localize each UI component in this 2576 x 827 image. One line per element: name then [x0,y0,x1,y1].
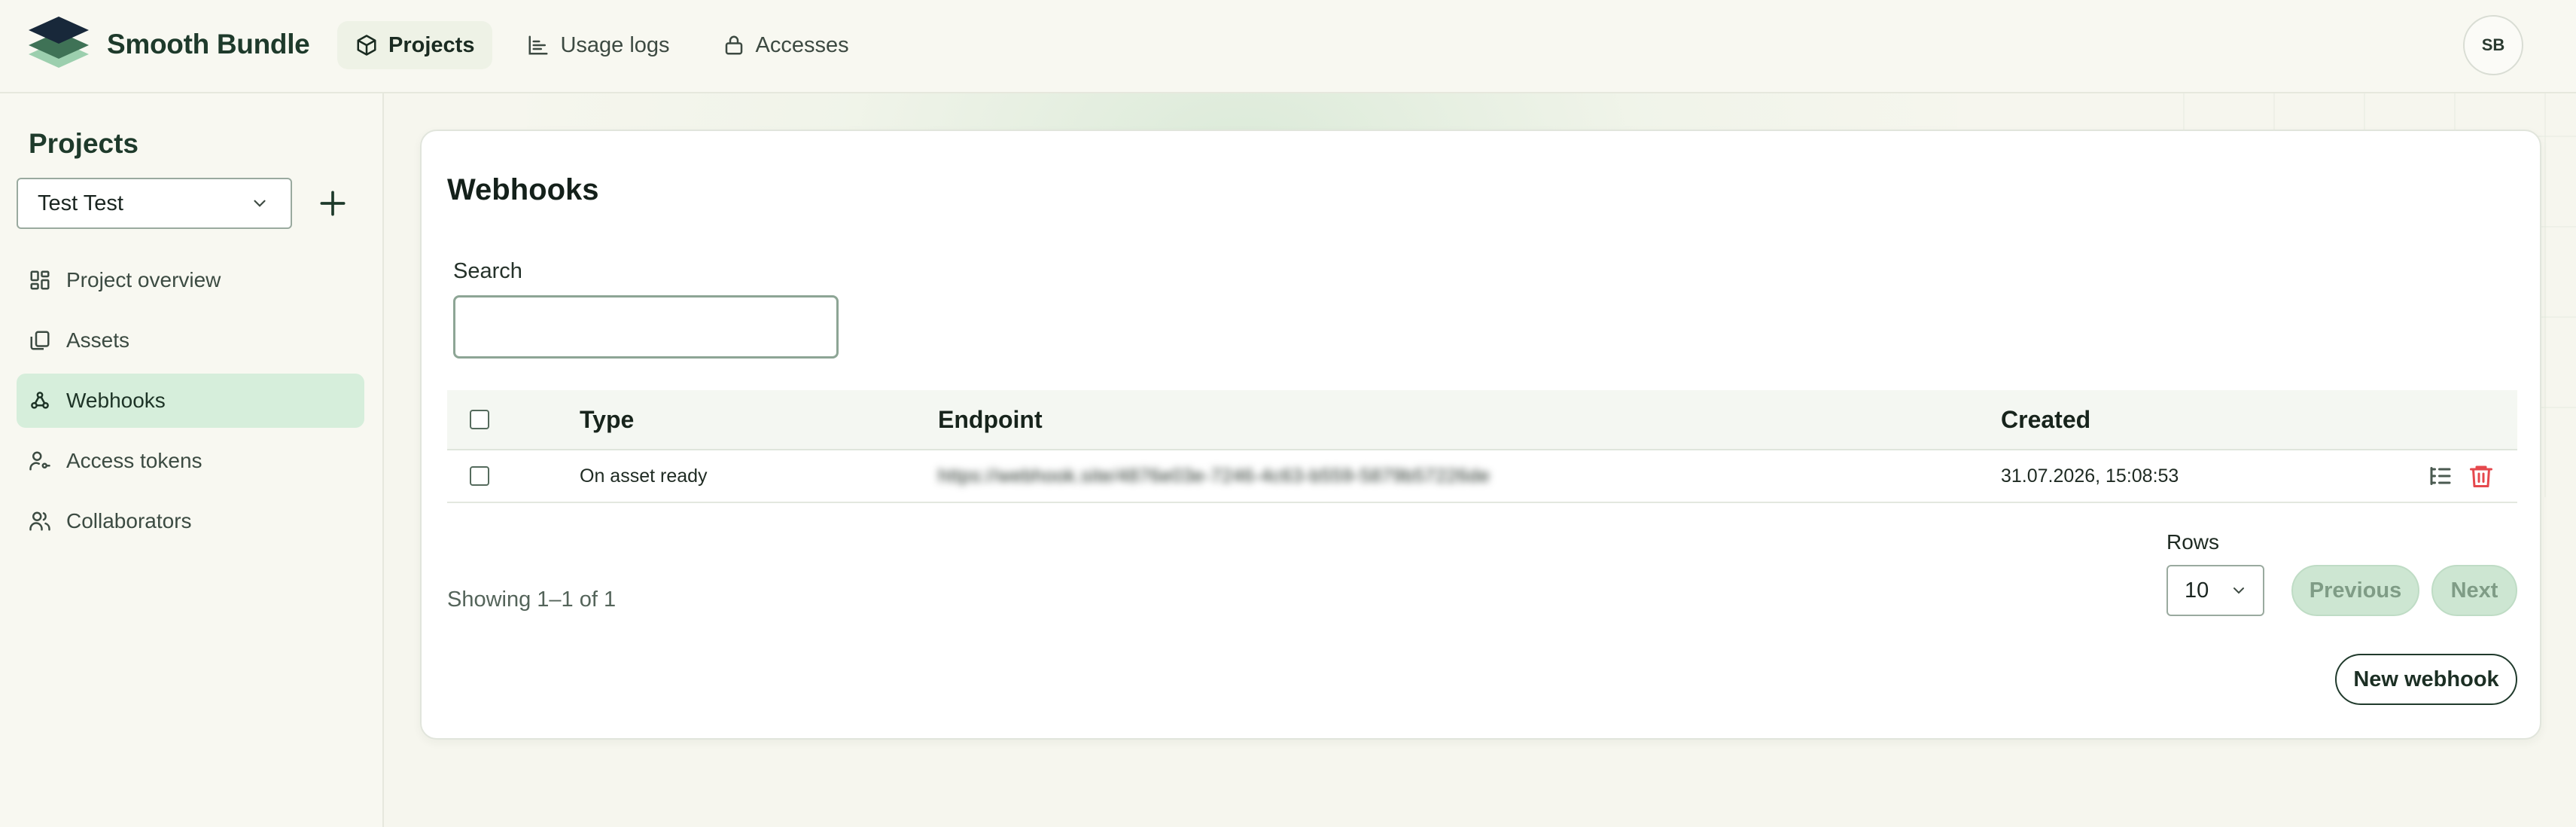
logo-icon[interactable] [27,15,90,75]
project-select-value: Test Test [38,191,123,215]
nav-projects-label: Projects [388,32,475,57]
sidebar-item-label: Access tokens [66,449,202,472]
page-title: Webhooks [447,173,599,206]
previous-button[interactable]: Previous [2291,565,2419,616]
table-header: Type Endpoint Created [447,390,2517,450]
rows-per-page-select[interactable]: 10 [2166,565,2264,616]
user-key-icon [29,451,50,471]
trash-icon[interactable] [2468,462,2495,490]
rows-label: Rows [2166,530,2220,554]
webhooks-card: Webhooks Search Type Endpoint Created On… [420,130,2541,740]
sidebar: Projects Test Test Project overview Asse… [0,93,384,827]
webhooks-table: Type Endpoint Created On asset ready htt… [447,390,2517,503]
webhook-icon [31,392,49,409]
sidebar-item-webhooks[interactable]: Webhooks [17,374,364,428]
files-icon [30,331,50,350]
lock-icon [725,35,742,55]
row-type: On asset ready [580,465,708,487]
sidebar-list: Project overview Assets Webhooks Access … [17,253,364,554]
nav-accesses[interactable]: Accesses [705,21,867,69]
chart-icon [528,35,548,55]
sidebar-item-label: Assets [66,328,130,352]
main-nav: Projects Usage logs Accesses [337,21,867,69]
dashboard-icon [30,270,50,290]
sidebar-item-access-tokens[interactable]: Access tokens [17,434,364,488]
column-header-type[interactable]: Type [580,406,634,434]
rows-per-page-value: 10 [2185,578,2209,603]
top-header: Smooth Bundle Projects Usage logs Access… [0,0,2576,93]
search-input[interactable] [453,295,839,359]
sidebar-item-project-overview[interactable]: Project overview [17,253,364,307]
sidebar-title: Projects [29,128,139,159]
search-label: Search [453,259,522,283]
brand-name[interactable]: Smooth Bundle [107,29,310,60]
row-actions [2427,462,2495,490]
column-header-endpoint[interactable]: Endpoint [938,406,1043,434]
users-icon [29,511,50,531]
box-icon [357,35,376,56]
sidebar-item-label: Webhooks [66,389,166,412]
next-button[interactable]: Next [2431,565,2517,616]
pagination-summary: Showing 1–1 of 1 [447,587,617,612]
chevron-down-icon [2233,587,2244,594]
sidebar-item-label: Project overview [66,268,221,291]
list-tree-icon[interactable] [2427,462,2454,490]
nav-usage-logs[interactable]: Usage logs [509,21,687,69]
plus-icon[interactable] [316,187,349,220]
nav-projects[interactable]: Projects [337,21,493,69]
new-webhook-button[interactable]: New webhook [2335,654,2517,705]
project-select[interactable]: Test Test [17,178,292,229]
row-checkbox[interactable] [470,466,489,486]
column-header-created[interactable]: Created [2001,406,2090,434]
chevron-down-icon [254,200,266,207]
select-all-checkbox[interactable] [470,410,489,429]
row-endpoint: https://webhook.site/4876e03e-7246-4c63-… [938,465,1490,487]
nav-usage-logs-label: Usage logs [560,32,670,57]
table-row[interactable]: On asset ready https://webhook.site/4876… [447,450,2517,503]
user-avatar[interactable]: SB [2463,15,2523,75]
sidebar-item-label: Collaborators [66,509,192,533]
row-created: 31.07.2026, 15:08:53 [2001,465,2179,487]
sidebar-item-collaborators[interactable]: Collaborators [17,494,364,548]
nav-accesses-label: Accesses [755,32,849,57]
sidebar-item-assets[interactable]: Assets [17,313,364,368]
